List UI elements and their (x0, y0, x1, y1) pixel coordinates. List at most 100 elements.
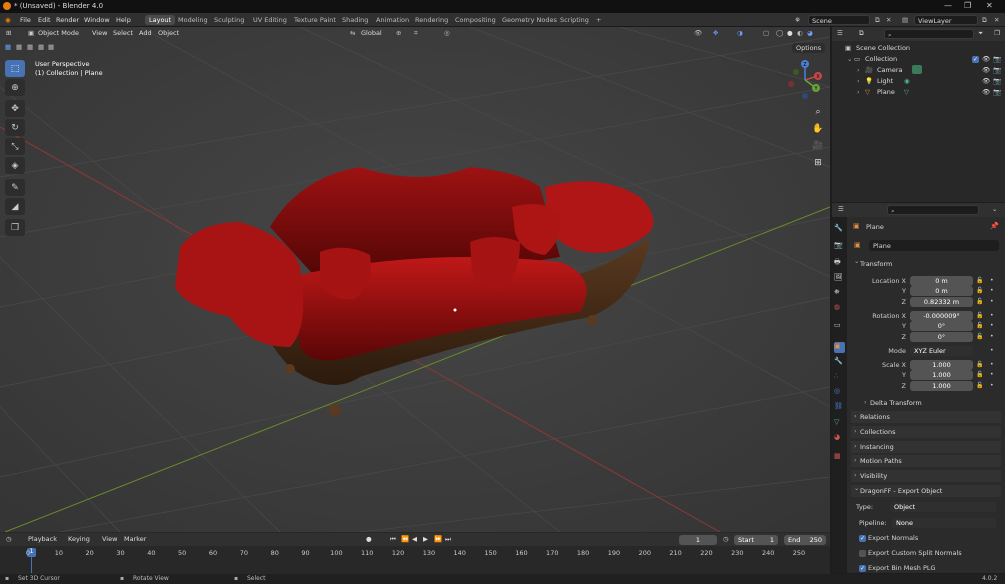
scene-selector[interactable]: Scene (808, 15, 870, 25)
properties-search-input[interactable]: ⌕ (887, 205, 979, 215)
collections-panel[interactable]: Collections (851, 426, 1001, 438)
light-data-icon[interactable]: ◉ (904, 77, 910, 85)
scale-y-field[interactable]: 1.000 (910, 370, 973, 380)
keyframe-rotation-z-icon[interactable]: • (990, 333, 994, 340)
properties-options-icon[interactable]: ⌄ (992, 205, 997, 213)
lock-rotation-y-icon[interactable]: 🔓 (976, 322, 983, 329)
expand-arrow-icon[interactable]: › (857, 88, 860, 96)
expand-arrow-icon[interactable]: › (857, 66, 860, 74)
outliner-row-plane[interactable]: › ▽ Plane ▽ 👁 📷 (832, 87, 1005, 98)
lock-rotation-z-icon[interactable]: 🔓 (976, 333, 983, 340)
object-tab-icon[interactable]: ▣ (834, 342, 845, 353)
rotation-mode-dropdown[interactable]: XYZ Euler (910, 346, 973, 356)
material-tab-icon[interactable]: ◕ (834, 433, 845, 444)
view-layer-tab-icon[interactable]: 🖼 (834, 273, 845, 284)
keyframe-rotation-y-icon[interactable]: • (990, 322, 994, 329)
record-icon[interactable]: ● (366, 535, 372, 543)
keyframe-mode-icon[interactable]: • (990, 347, 994, 354)
annotate-tool-button[interactable]: ✎ (5, 179, 25, 196)
tab-texture-paint[interactable]: Texture Paint (290, 15, 340, 25)
expand-arrow-icon[interactable]: › (857, 77, 860, 85)
render-toggle-icon[interactable]: 📷 (993, 77, 1001, 85)
hide-in-viewport-icon[interactable]: 👁 (982, 88, 990, 96)
new-view-layer-icon[interactable]: ⧉ (982, 16, 987, 25)
next-keyframe-icon[interactable]: ⏩ (434, 535, 442, 543)
object-name-field[interactable]: Plane (869, 240, 999, 251)
cursor-tool-button[interactable]: ⊕ (5, 79, 25, 96)
minimize-button[interactable]: — (944, 1, 952, 10)
keyframe-scale-z-icon[interactable]: • (990, 382, 994, 389)
mesh-data-icon[interactable]: ▽ (904, 88, 909, 96)
select-subtract-icon[interactable]: ▦ (27, 43, 33, 51)
motion-paths-panel[interactable]: Motion Paths (851, 455, 1001, 467)
export-normals-checkbox[interactable]: ✓ (859, 535, 866, 542)
select-intersect-icon[interactable]: ▦ (48, 43, 54, 51)
perspective-toggle-icon[interactable]: ⊞ (810, 156, 826, 170)
outliner-row-light[interactable]: › 💡 Light ◉ 👁 📷 (832, 76, 1005, 87)
menu-timeline-view[interactable]: View (102, 535, 117, 543)
editor-type-icon[interactable]: ⊞ (6, 29, 11, 37)
preview-range-icon[interactable]: ◷ (723, 535, 729, 543)
transform-orientation-dropdown[interactable]: Global (361, 29, 382, 37)
pin-icon[interactable]: 📌 (990, 222, 999, 230)
instancing-panel[interactable]: Instancing (851, 441, 1001, 453)
location-z-field[interactable]: 0.82332 m (910, 297, 973, 307)
keyframe-scale-x-icon[interactable]: • (990, 361, 994, 368)
tab-animation[interactable]: Animation (372, 15, 413, 25)
menu-help[interactable]: Help (116, 16, 131, 24)
particles-tab-icon[interactable]: ∴ (834, 372, 845, 383)
collection-tab-icon[interactable]: ▭ (834, 321, 845, 332)
close-button[interactable]: ✕ (986, 1, 993, 10)
location-y-field[interactable]: 0 m (910, 286, 973, 296)
play-reverse-icon[interactable]: ◀ (412, 535, 417, 543)
new-scene-icon[interactable]: ⧉ (875, 16, 880, 25)
modifier-tab-icon[interactable]: 🔧 (834, 357, 845, 368)
tab-rendering[interactable]: Rendering (411, 15, 452, 25)
expand-arrow-icon[interactable]: ⌄ (847, 55, 852, 63)
data-tab-icon[interactable]: ▽ (834, 418, 845, 429)
blender-menu-icon[interactable]: ◉ (5, 16, 11, 24)
tab-scripting[interactable]: Scripting (556, 15, 593, 25)
dragonff-export-panel[interactable]: DragonFF - Export Object (851, 484, 1001, 497)
tab-geometry-nodes[interactable]: Geometry Nodes (498, 15, 561, 25)
hide-in-viewport-icon[interactable]: 👁 (982, 66, 990, 74)
tab-uv-editing[interactable]: UV Editing (249, 15, 291, 25)
transform-panel-header[interactable]: Transform (851, 257, 1001, 270)
tab-shading[interactable]: Shading (338, 15, 372, 25)
physics-tab-icon[interactable]: ◎ (834, 387, 845, 398)
keyframe-scale-y-icon[interactable]: • (990, 371, 994, 378)
rotation-x-field[interactable]: -0.000009° (910, 311, 973, 321)
wireframe-shading-icon[interactable]: ◯ (776, 29, 783, 37)
object-mode-dropdown[interactable]: Object Mode (38, 29, 79, 37)
delete-scene-icon[interactable]: ✕ (886, 16, 891, 24)
menu-render[interactable]: Render (56, 16, 79, 24)
jump-start-icon[interactable]: ⏮ (390, 535, 396, 544)
tool-tab-icon[interactable]: 🔧 (834, 224, 845, 235)
menu-select[interactable]: Select (113, 29, 133, 37)
lock-scale-x-icon[interactable]: 🔓 (976, 361, 983, 368)
keyframe-rotation-x-icon[interactable]: • (990, 312, 994, 319)
lock-rotation-x-icon[interactable]: 🔓 (976, 312, 983, 319)
start-frame-field[interactable]: Start 1 (734, 535, 778, 545)
pivot-icon[interactable]: ⊕ (396, 29, 401, 37)
type-dropdown[interactable]: Object (890, 502, 996, 512)
keyframe-location-x-icon[interactable]: • (990, 277, 994, 284)
export-custom-split-normals-checkbox[interactable] (859, 550, 866, 557)
render-toggle-icon[interactable]: 📷 (993, 88, 1001, 96)
tab-sculpting[interactable]: Sculpting (210, 15, 248, 25)
lock-scale-y-icon[interactable]: 🔓 (976, 371, 983, 378)
texture-tab-icon[interactable]: ▦ (834, 452, 845, 463)
menu-add[interactable]: Add (139, 29, 152, 37)
menu-playback[interactable]: Playback (28, 535, 57, 543)
jump-end-icon[interactable]: ⏭ (445, 535, 451, 544)
3d-viewport[interactable] (0, 27, 830, 532)
measure-tool-button[interactable]: ◢ (5, 198, 25, 215)
end-frame-field[interactable]: End 250 (784, 535, 826, 545)
visibility-panel[interactable]: Visibility (851, 470, 1001, 482)
select-box-mode-icon[interactable]: ▦ (5, 43, 11, 51)
properties-editor-type-icon[interactable]: ☰ (838, 205, 844, 213)
navigation-gizmo[interactable]: X Z Y (784, 58, 826, 104)
camera-view-icon[interactable]: 🎥 (810, 139, 826, 153)
outliner-search-input[interactable]: ⌕ (884, 29, 974, 39)
rotation-y-field[interactable]: 0° (910, 321, 973, 331)
